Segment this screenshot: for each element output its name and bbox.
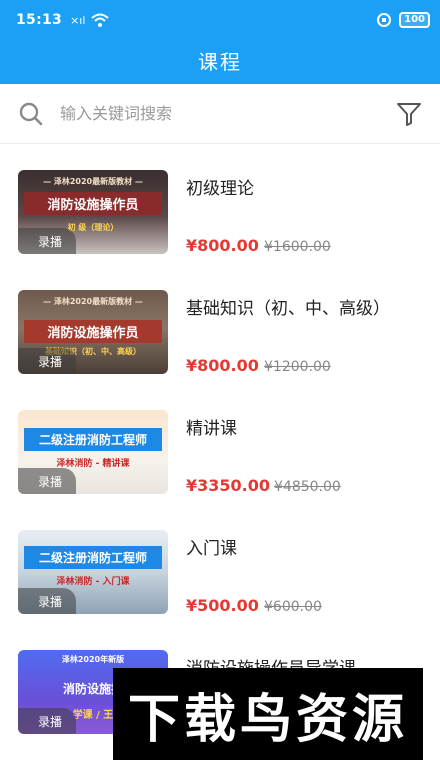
course-thumbnail[interactable]: — 泽林2020最新版教材 — 消防设施操作员 基础知识（初、中、高级） 录播 [18, 290, 168, 374]
signal-icon: ×ıl [70, 13, 86, 27]
course-item[interactable]: 二级注册消防工程师 泽林消防 - 入门课 录播 入门课 ¥500.00 ¥600… [0, 504, 440, 624]
course-thumbnail[interactable]: 二级注册消防工程师 泽林消防 - 精讲课 录播 [18, 410, 168, 494]
thumb-title: 消防设施操作员 [24, 320, 162, 343]
status-time: 15:13 [16, 12, 63, 28]
record-badge: 录播 [18, 348, 76, 374]
record-badge: 录播 [18, 588, 76, 614]
course-thumbnail[interactable]: 二级注册消防工程师 泽林消防 - 入门课 录播 [18, 530, 168, 614]
watermark-logo: 下载鸟资源 [113, 668, 423, 760]
course-title[interactable]: 初级理论 [186, 174, 254, 199]
course-title[interactable]: 精讲课 [186, 414, 237, 439]
course-old-price: ¥1600.00 [264, 239, 331, 255]
course-item[interactable]: — 泽林2020最新版教材 — 消防设施操作员 基础知识（初、中、高级） 录播 … [0, 264, 440, 384]
course-price: ¥3350.00 [186, 476, 271, 495]
search-bar [0, 84, 440, 144]
course-old-price: ¥1200.00 [264, 359, 331, 375]
lock-icon [377, 13, 392, 27]
course-thumbnail[interactable]: — 泽林2020最新版教材 — 消防设施操作员 初 级（理论） 录播 [18, 170, 168, 254]
search-icon[interactable] [18, 101, 44, 127]
course-title[interactable]: 入门课 [186, 534, 237, 559]
search-input[interactable] [60, 104, 370, 123]
course-price: ¥800.00 [186, 356, 259, 375]
thumb-caption: — 泽林2020最新版教材 — [43, 177, 143, 186]
thumb-caption: 泽林2020年新版 [61, 655, 125, 664]
page-title: 课程 [0, 40, 440, 84]
course-item[interactable]: 二级注册消防工程师 泽林消防 - 精讲课 录播 精讲课 ¥3350.00 ¥48… [0, 384, 440, 504]
wifi-icon [91, 13, 110, 27]
filter-icon[interactable] [396, 101, 422, 127]
course-price: ¥800.00 [186, 236, 259, 255]
battery-icon: 100 [399, 12, 430, 28]
record-badge: 录播 [18, 468, 76, 494]
course-old-price: ¥4850.00 [274, 479, 341, 495]
record-badge: 录播 [18, 228, 76, 254]
course-item[interactable]: — 泽林2020最新版教材 — 消防设施操作员 初 级（理论） 录播 初级理论 … [0, 144, 440, 264]
thumb-title: 二级注册消防工程师 [24, 546, 162, 569]
thumb-title: 二级注册消防工程师 [24, 428, 162, 451]
thumb-subtitle: 泽林消防 - 入门课 [56, 577, 130, 587]
record-badge: 录播 [18, 708, 76, 734]
thumb-title: 消防设施操作员 [24, 192, 162, 215]
course-title[interactable]: 基础知识（初、中、高级） [186, 294, 390, 319]
course-price: ¥500.00 [186, 596, 259, 615]
status-bar: 15:13 ×ıl 100 [0, 0, 440, 40]
thumb-caption: — 泽林2020最新版教材 — [43, 297, 143, 306]
course-old-price: ¥600.00 [264, 599, 322, 615]
